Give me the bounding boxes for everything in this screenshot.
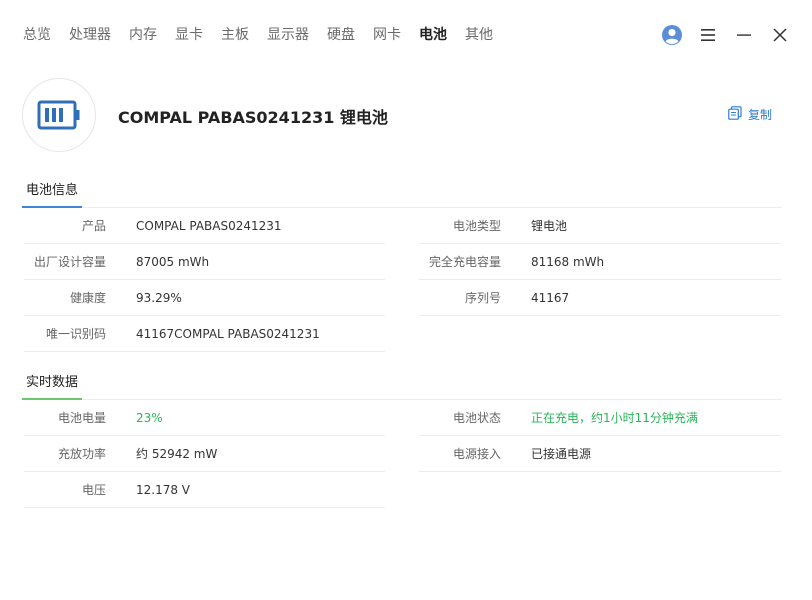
tab-battery[interactable]: 电池: [410, 24, 456, 46]
info-row-health: 健康度 93.29%: [24, 280, 385, 316]
tab-disk[interactable]: 硬盘: [318, 24, 364, 46]
row-label: 电池类型: [452, 219, 501, 233]
tab-display[interactable]: 显示器: [258, 24, 318, 46]
row-label: 出厂设计容量: [33, 255, 106, 269]
top-bar: 总览 处理器 内存 显卡 主板 显示器 硬盘 网卡 电池 其他: [0, 0, 812, 70]
tab-network[interactable]: 网卡: [364, 24, 410, 46]
row-value: COMPAL PABAS0241231: [136, 219, 282, 233]
tab-processor[interactable]: 处理器: [60, 24, 120, 46]
copy-label: 复制: [747, 108, 772, 122]
minimize-icon[interactable]: [726, 22, 762, 48]
realtime-row-charge-level: 电池电量 23%: [24, 400, 385, 436]
row-label: 完全充电容量: [428, 255, 501, 269]
row-label: 健康度: [69, 291, 106, 305]
row-label: 序列号: [464, 291, 501, 305]
realtime-row-power: 充放功率 约 52942 mW: [24, 436, 385, 472]
window-controls: [654, 22, 798, 48]
info-row-full-charge-capacity: 完全充电容量 81168 mWh: [419, 244, 781, 280]
info-row-serial-number: 序列号 41167: [419, 280, 781, 316]
realtime-row-voltage: 电压 12.178 V: [24, 472, 385, 508]
row-value: 41167COMPAL PABAS0241231: [136, 327, 320, 341]
section-title-battery-info: 电池信息: [22, 178, 83, 208]
tab-overview[interactable]: 总览: [14, 24, 60, 46]
row-value: 已接通电源: [531, 447, 592, 461]
info-row-product: 产品 COMPAL PABAS0241231: [24, 208, 385, 244]
section-title-realtime: 实时数据: [22, 370, 83, 400]
row-value: 41167: [531, 291, 570, 305]
device-header: COMPAL PABAS0241231 锂电池 复制: [22, 78, 782, 152]
row-value: 正在充电，约1小时11分钟充满: [531, 411, 698, 425]
tab-graphics[interactable]: 显卡: [166, 24, 212, 46]
close-icon[interactable]: [762, 22, 798, 48]
row-label: 充放功率: [57, 447, 106, 461]
realtime-row-battery-status: 电池状态 正在充电，约1小时11分钟充满: [419, 400, 781, 436]
realtime-section-header: 实时数据: [22, 370, 782, 400]
row-value: 81168 mWh: [531, 255, 605, 269]
tab-motherboard[interactable]: 主板: [212, 24, 258, 46]
row-value: 12.178 V: [136, 483, 191, 497]
row-label: 电源接入: [452, 447, 501, 461]
info-row-unique-id: 唯一识别码 41167COMPAL PABAS0241231: [24, 316, 385, 352]
battery-info-section-header: 电池信息: [22, 178, 782, 208]
row-label: 唯一识别码: [45, 327, 106, 341]
row-label: 电池状态: [452, 411, 501, 425]
row-label: 电压: [81, 483, 106, 497]
row-value: 约 52942 mW: [136, 447, 218, 461]
tab-memory[interactable]: 内存: [120, 24, 166, 46]
copy-icon: [728, 106, 742, 123]
row-value: 93.29%: [136, 291, 182, 305]
avatar-icon[interactable]: [654, 22, 690, 48]
row-value: 锂电池: [531, 219, 568, 233]
nav-tabs: 总览 处理器 内存 显卡 主板 显示器 硬盘 网卡 电池 其他: [14, 24, 502, 46]
page-title: COMPAL PABAS0241231 锂电池: [118, 108, 388, 127]
row-value: 23%: [136, 411, 163, 425]
info-row-battery-type: 电池类型 锂电池: [419, 208, 781, 244]
realtime-row-power-source: 电源接入 已接通电源: [419, 436, 781, 472]
info-row-design-capacity: 出厂设计容量 87005 mWh: [24, 244, 385, 280]
row-value: 87005 mWh: [136, 255, 210, 269]
row-label: 产品: [81, 219, 106, 233]
menu-icon[interactable]: [690, 22, 726, 48]
battery-icon: [22, 78, 96, 152]
tab-other[interactable]: 其他: [456, 24, 502, 46]
row-label: 电池电量: [57, 411, 106, 425]
copy-button[interactable]: 复制: [728, 106, 772, 123]
